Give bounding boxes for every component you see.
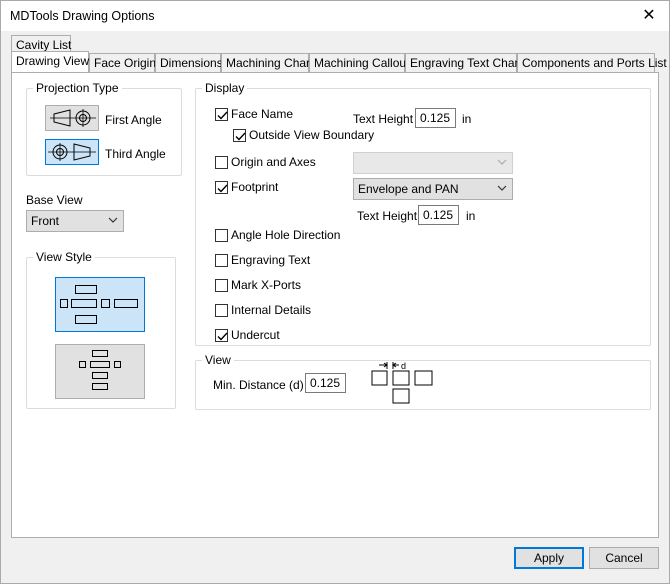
face-text-height-label: Text Height	[353, 112, 414, 126]
drawing-view-panel: Projection Type First Angle Third Angle …	[11, 72, 659, 538]
footprint-select[interactable]: Envelope and PAN	[353, 178, 513, 200]
third-angle-button[interactable]	[45, 139, 99, 165]
view-box-left	[79, 361, 86, 368]
projection-type-title: Projection Type	[33, 81, 122, 95]
view-box-left	[60, 299, 68, 308]
outside-view-boundary-checkbox[interactable]	[233, 129, 246, 142]
cancel-button[interactable]: Cancel	[589, 547, 659, 569]
view-box-right	[101, 299, 110, 308]
tab-drawing-view[interactable]: Drawing View	[11, 51, 89, 72]
tab-machining-chart[interactable]: Machining Chart	[221, 53, 313, 72]
tab-face-origin[interactable]: Face Origin	[89, 53, 156, 72]
view-style-title: View Style	[33, 250, 95, 264]
undercut-label: Undercut	[231, 328, 280, 342]
checkmark-icon	[217, 332, 228, 341]
apply-button[interactable]: Apply	[514, 547, 584, 569]
checkmark-icon	[217, 111, 228, 120]
view-box-bottom	[92, 372, 108, 379]
third-angle-label: Third Angle	[105, 147, 166, 161]
undercut-checkbox[interactable]	[215, 329, 228, 342]
first-angle-icon	[50, 109, 96, 127]
view-style-vertical-button[interactable]	[55, 344, 145, 399]
footprint-checkbox[interactable]	[215, 181, 228, 194]
view-box-bottom	[75, 315, 97, 324]
face-text-height-unit: in	[462, 112, 472, 126]
view-box-back	[114, 299, 138, 308]
internal-details-checkbox[interactable]	[215, 304, 228, 317]
view-box-top	[92, 350, 108, 357]
display-title: Display	[202, 81, 248, 95]
chevron-down-icon	[108, 217, 118, 223]
checkmark-icon	[217, 184, 228, 193]
footprint-text-height-input[interactable]: 0.125	[418, 205, 459, 225]
view-style-cross-button[interactable]	[55, 277, 145, 332]
view-style-group: View Style	[26, 250, 176, 409]
close-icon[interactable]: ✕	[639, 6, 659, 26]
engraving-text-checkbox[interactable]	[215, 254, 228, 267]
view-box-top	[75, 285, 97, 294]
angle-hole-direction-checkbox[interactable]	[215, 229, 228, 242]
view-title: View	[202, 353, 234, 367]
origin-and-axes-select	[353, 152, 513, 174]
chevron-down-icon	[497, 185, 507, 191]
base-view-select[interactable]: Front	[26, 210, 124, 232]
face-name-label: Face Name	[231, 107, 294, 121]
projection-type-group: Projection Type First Angle Third Angle	[26, 81, 182, 176]
display-group: Display Face Name Text Height 0.125 in O…	[195, 81, 651, 346]
internal-details-label: Internal Details	[231, 303, 312, 317]
tab-engraving-text-chart[interactable]: Engraving Text Chart	[405, 53, 522, 72]
view-box-right	[114, 361, 121, 368]
window-title: MDTools Drawing Options	[10, 9, 155, 23]
view-group: View Min. Distance (d) 0.125 d	[195, 353, 651, 410]
tab-machining-callout[interactable]: Machining Callout	[309, 53, 409, 72]
angle-hole-direction-label: Angle Hole Direction	[231, 228, 341, 242]
outside-view-boundary-label: Outside View Boundary	[249, 128, 375, 142]
min-distance-input[interactable]: 0.125	[305, 373, 346, 393]
face-text-height-input[interactable]: 0.125	[415, 108, 456, 128]
checkmark-icon	[235, 132, 246, 141]
footprint-text-height-label: Text Height	[357, 209, 418, 223]
origin-and-axes-checkbox[interactable]	[215, 156, 228, 169]
engraving-text-label: Engraving Text	[231, 253, 311, 267]
mark-x-ports-checkbox[interactable]	[215, 279, 228, 292]
min-distance-diagram-label: d	[401, 361, 407, 371]
base-view-label: Base View	[26, 193, 83, 207]
first-angle-button[interactable]	[45, 105, 99, 131]
mark-x-ports-label: Mark X-Ports	[231, 278, 302, 292]
chevron-down-icon	[497, 159, 507, 165]
footprint-label: Footprint	[231, 180, 279, 194]
dialog-window: MDTools Drawing Options ✕ Cavity List Dr…	[0, 0, 670, 584]
third-angle-icon	[48, 143, 96, 161]
base-view-value: Front	[31, 214, 60, 228]
footprint-value: Envelope and PAN	[358, 182, 459, 196]
title-bar: MDTools Drawing Options ✕	[1, 1, 669, 31]
origin-and-axes-label: Origin and Axes	[231, 155, 316, 169]
tab-components-and-ports-list[interactable]: Components and Ports List	[517, 53, 667, 72]
view-box-front	[71, 299, 97, 308]
first-angle-label: First Angle	[105, 113, 162, 127]
view-box-front	[90, 361, 110, 368]
footprint-text-height-unit: in	[466, 209, 476, 223]
min-distance-label: Min. Distance (d)	[213, 378, 304, 392]
view-box-back	[92, 383, 108, 390]
tab-dimensions[interactable]: Dimensions	[155, 53, 223, 72]
face-name-checkbox[interactable]	[215, 108, 228, 121]
